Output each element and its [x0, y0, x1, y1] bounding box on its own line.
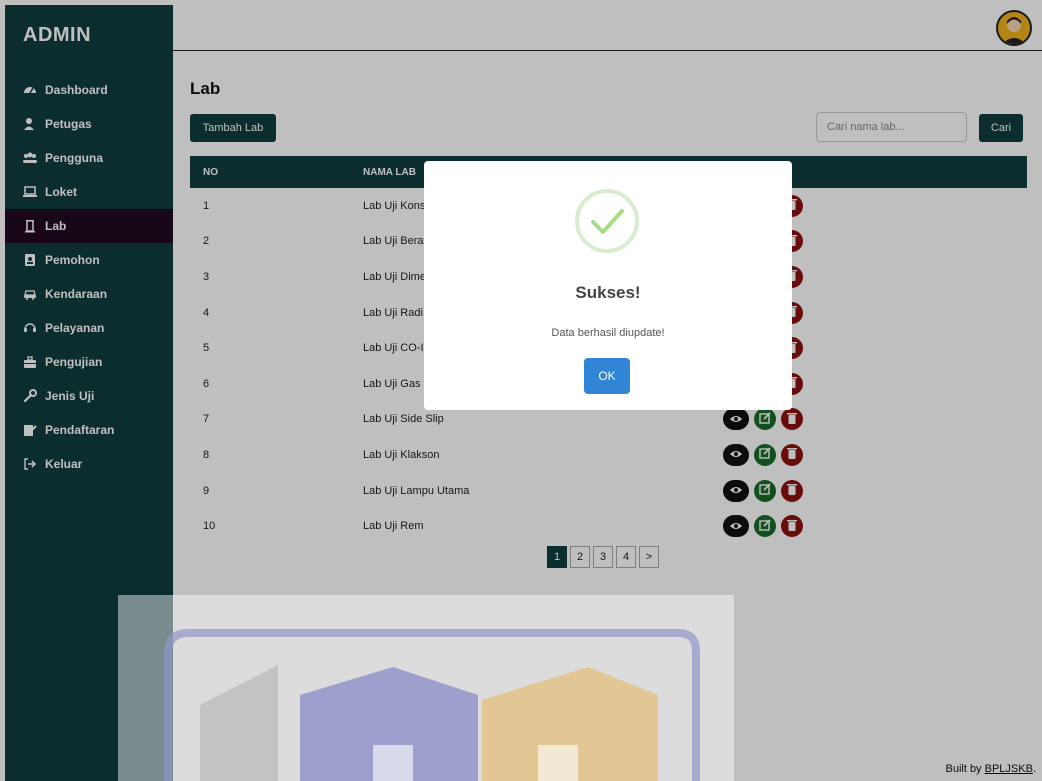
ok-button[interactable]: OK [584, 358, 630, 394]
dialog-title: Sukses! [575, 283, 641, 302]
watermark-logo [118, 595, 734, 781]
dialog-message: Data berhasil diupdate! [551, 327, 665, 339]
checkmark-icon [574, 188, 640, 254]
success-dialog: Sukses! Data berhasil diupdate! OK [424, 161, 792, 410]
